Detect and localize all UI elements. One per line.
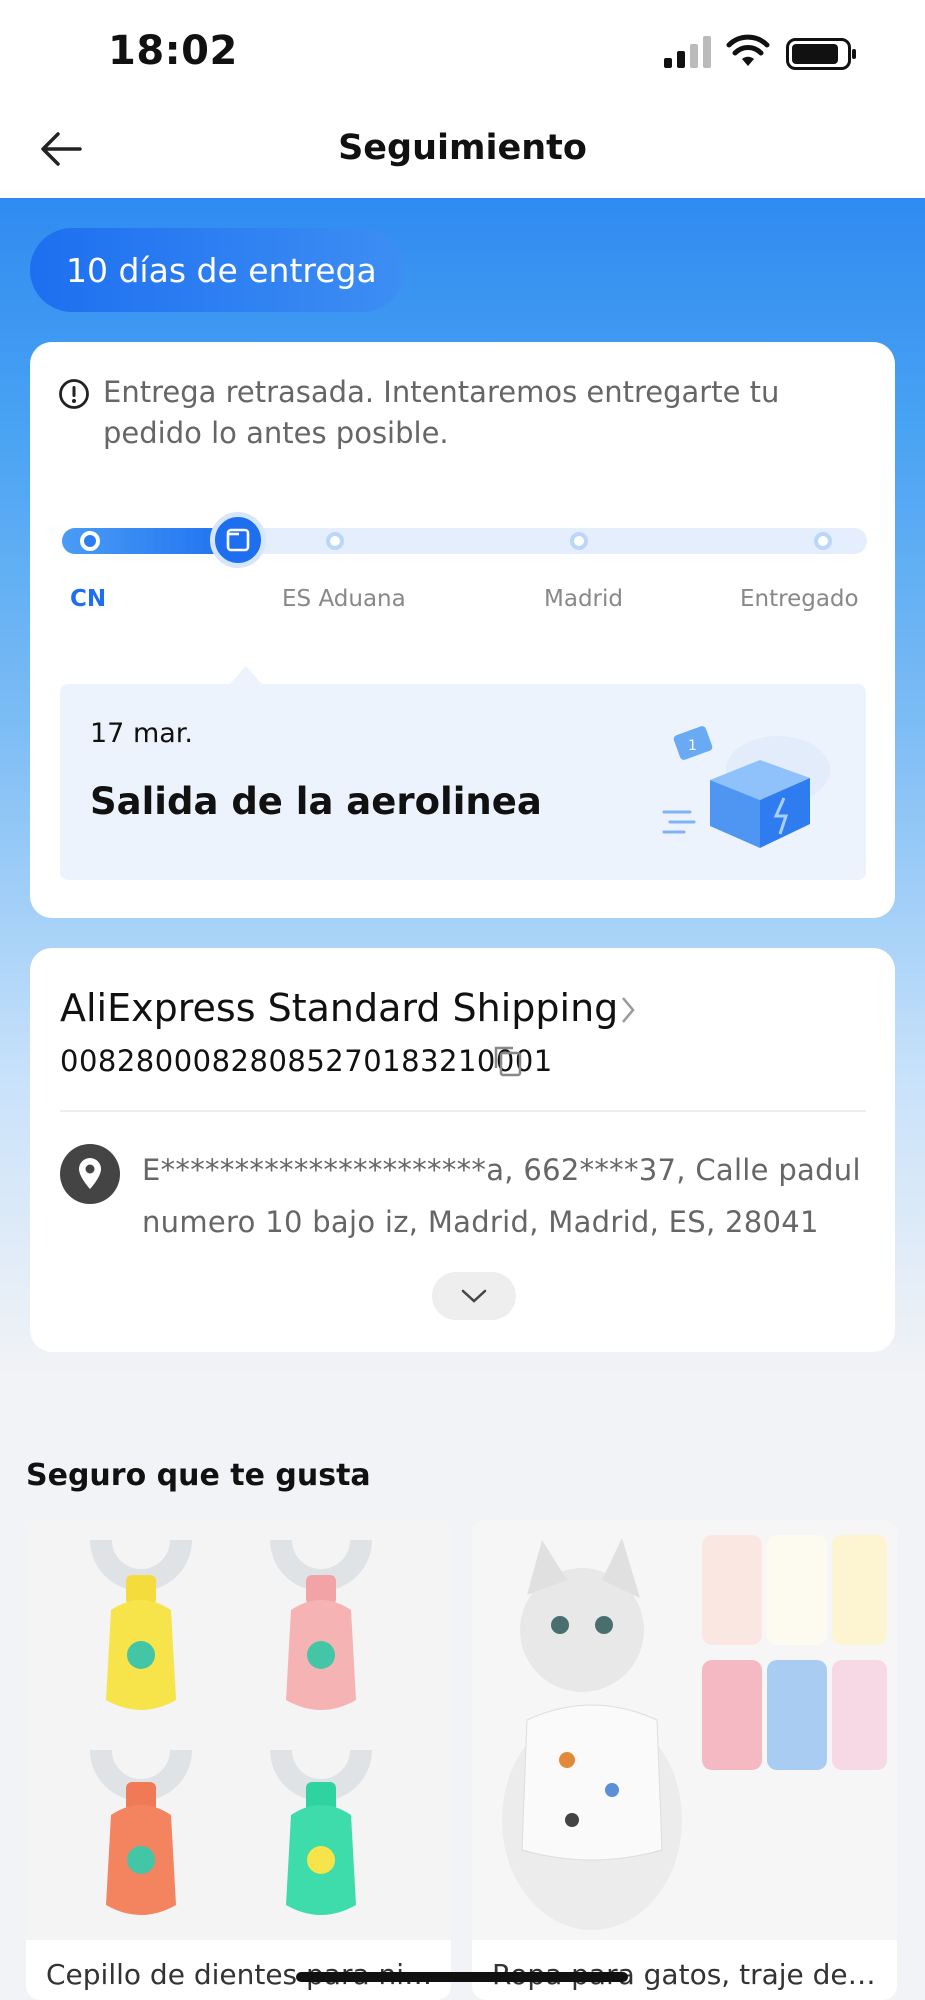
chevron-down-icon <box>461 1289 487 1303</box>
toothbrush-product-image <box>26 1520 451 1940</box>
shipping-card: AliExpress Standard Shipping 00828000828… <box>30 948 895 1352</box>
svg-text:1: 1 <box>688 738 697 754</box>
home-indicator[interactable] <box>296 1972 628 1982</box>
alert-icon <box>59 379 89 409</box>
product-card[interactable]: Cepillo de dientes para niñ... <box>26 1520 451 2000</box>
event-title: Salida de la aerolinea <box>90 780 542 823</box>
delivery-address: E**********************a, 662****37, Cal… <box>142 1153 861 1239</box>
progress-step-current <box>210 512 266 568</box>
step-label-delivered: Entregado <box>740 586 859 612</box>
nav-bar: Seguimiento <box>0 100 925 198</box>
recommendations-title: Seguro que te gusta <box>26 1458 371 1493</box>
page-title: Seguimiento <box>338 128 587 168</box>
progress-step-todo <box>326 532 344 550</box>
step-label-customs: ES Aduana <box>282 586 406 612</box>
status-bar: 18:02 <box>0 0 925 100</box>
delay-alert-text: Entrega retrasada. Intentaremos entregar… <box>103 375 780 450</box>
progress-step-todo <box>814 532 832 550</box>
battery-icon <box>786 38 856 70</box>
event-pointer <box>230 666 262 684</box>
product-card[interactable]: Ropa para gatos, traje de ... <box>472 1520 897 2000</box>
tracking-number: 00828000828085270183210001 <box>60 1044 553 1078</box>
carrier-name[interactable]: AliExpress Standard Shipping <box>60 986 618 1030</box>
step-label-cn: CN <box>70 586 107 612</box>
delivery-days-badge: 10 días de entrega <box>30 228 404 312</box>
package-box-illustration: 1 <box>662 726 830 848</box>
status-time: 18:02 <box>108 28 238 74</box>
cellular-signal-icon <box>664 36 711 68</box>
divider <box>60 1110 866 1112</box>
location-pin-icon <box>60 1144 120 1204</box>
event-date: 17 mar. <box>90 718 193 749</box>
expand-details-button[interactable] <box>432 1272 516 1320</box>
progress-step-todo <box>570 532 588 550</box>
progress-step-done <box>80 531 100 551</box>
chevron-right-icon[interactable] <box>618 990 638 1030</box>
step-label-madrid: Madrid <box>544 586 623 612</box>
package-icon <box>226 528 250 552</box>
wifi-icon <box>726 34 770 66</box>
tracking-card: Entrega retrasada. Intentaremos entregar… <box>30 342 895 918</box>
latest-event[interactable]: 17 mar. Salida de la aerolinea 1 <box>60 684 866 880</box>
copy-icon[interactable] <box>492 1044 524 1078</box>
cat-clothes-product-image <box>472 1520 897 1940</box>
